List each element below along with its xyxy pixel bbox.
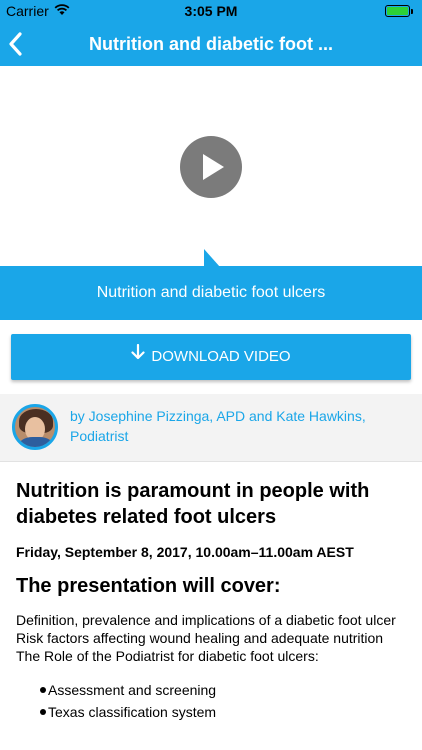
download-video-button[interactable]: DOWNLOAD VIDEO bbox=[11, 334, 411, 380]
clock: 3:05 PM bbox=[184, 3, 238, 19]
download-arrow-icon bbox=[131, 333, 146, 379]
nav-bar: Nutrition and diabetic foot ... bbox=[0, 22, 422, 66]
avatar bbox=[12, 404, 58, 450]
download-label: DOWNLOAD VIDEO bbox=[151, 348, 291, 365]
page-title: Nutrition and diabetic foot ... bbox=[89, 34, 333, 54]
chevron-left-icon[interactable] bbox=[6, 30, 26, 58]
status-bar: Carrier 3:05 PM bbox=[0, 0, 422, 22]
paragraph-line: The Role of the Podiatrist for diabetic … bbox=[16, 648, 319, 664]
article-paragraph: Definition, prevalence and implications … bbox=[16, 611, 412, 665]
event-date: Friday, September 8, 2017, 10.00am–11.00… bbox=[16, 544, 354, 560]
paragraph-line: Definition, prevalence and implications … bbox=[16, 612, 396, 628]
list-item: Assessment and screening bbox=[16, 681, 412, 699]
author-byline[interactable]: by Josephine Pizzinga, APD and Kate Hawk… bbox=[70, 406, 410, 446]
article-heading: Nutrition is paramount in people with di… bbox=[16, 480, 370, 528]
caption-pointer bbox=[204, 249, 220, 267]
battery-icon bbox=[385, 5, 413, 17]
video-caption: Nutrition and diabetic foot ulcers bbox=[0, 266, 422, 320]
video-player[interactable] bbox=[0, 66, 422, 266]
author-row[interactable]: by Josephine Pizzinga, APD and Kate Hawk… bbox=[0, 394, 422, 462]
list-item: Texas classification system bbox=[16, 703, 412, 721]
bullet-list: Assessment and screening Texas classific… bbox=[16, 681, 412, 721]
play-icon[interactable] bbox=[180, 136, 242, 198]
battery-level bbox=[387, 7, 408, 15]
article-body: Nutrition is paramount in people with di… bbox=[16, 478, 412, 725]
paragraph-line: Risk factors affecting wound healing and… bbox=[16, 630, 384, 646]
section-heading: The presentation will cover: bbox=[16, 575, 281, 597]
